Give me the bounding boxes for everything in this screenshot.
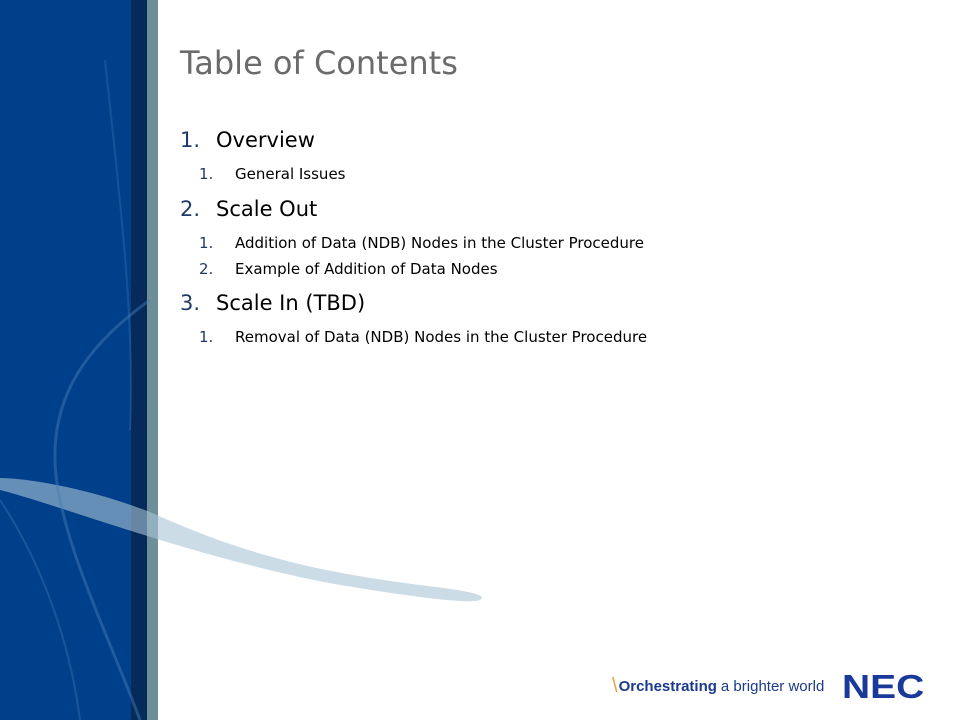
- page-title: Table of Contents: [180, 44, 458, 82]
- toc-section-scale-in: 3. Scale In (TBD): [180, 291, 365, 315]
- sidebar-blue-panel: [0, 0, 131, 720]
- slide: Table of Contents 1. Overview 1. General I…: [0, 0, 960, 720]
- subitem-label: General Issues: [235, 165, 346, 183]
- subitem-label: Addition of Data (NDB) Nodes in the Clus…: [235, 234, 644, 252]
- subitem-number: 1.: [199, 234, 214, 252]
- toc-subitem: 1. Addition of Data (NDB) Nodes in the Cl…: [199, 234, 644, 252]
- section-label: Overview: [216, 128, 315, 152]
- sidebar-dark-stripe: [131, 0, 147, 720]
- subitem-number: 1.: [199, 165, 214, 183]
- section-number: 2.: [180, 197, 201, 221]
- toc-subitem: 1. Removal of Data (NDB) Nodes in the Clu…: [199, 328, 647, 346]
- toc-subitem: 1. General Issues: [199, 165, 346, 183]
- subitem-number: 1.: [199, 328, 214, 346]
- sidebar-gray-stripe: [147, 0, 158, 720]
- tagline-slash: \: [612, 674, 618, 697]
- section-label: Scale Out: [216, 197, 318, 221]
- subitem-label: Example of Addition of Data Nodes: [235, 260, 498, 278]
- tagline-strong: Orchestrating: [618, 677, 717, 695]
- toc-section-scale-out: 2. Scale Out: [180, 197, 317, 221]
- section-label: Scale In (TBD): [216, 291, 366, 315]
- subitem-label: Removal of Data (NDB) Nodes in the Clust…: [235, 328, 648, 346]
- section-number: 1.: [180, 128, 201, 152]
- nec-logo: NEC: [842, 668, 925, 705]
- subitem-number: 2.: [199, 260, 214, 278]
- tagline-soft: a brighter world: [720, 677, 825, 695]
- brand-tagline: \ Orchestrating a brighter world: [612, 674, 824, 698]
- toc-section-overview: 1. Overview: [180, 128, 315, 152]
- background-art: [0, 0, 482, 720]
- section-number: 3.: [180, 291, 201, 315]
- toc-subitem: 2. Example of Addition of Data Nodes: [199, 260, 498, 278]
